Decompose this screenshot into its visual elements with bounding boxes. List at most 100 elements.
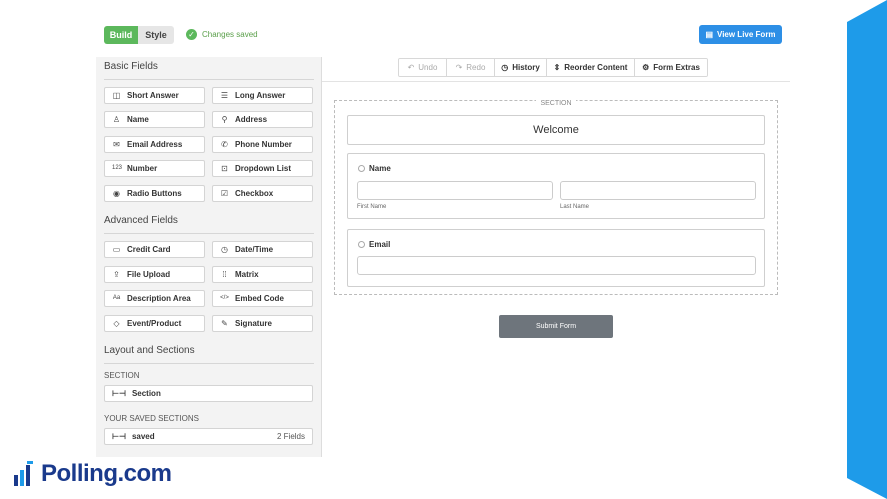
section-item-label: Section xyxy=(131,389,161,398)
save-status-text: Changes saved xyxy=(202,30,258,39)
divider xyxy=(104,79,314,80)
form-extras-button[interactable]: ⚙ Form Extras xyxy=(635,59,707,76)
view-live-form-label: View Live Form xyxy=(717,30,776,39)
toolbar-buttons: ↶ Undo ↷ Redo ◷ History ⇕ Reorder Content ⚙ F… xyxy=(398,58,708,77)
mode-switch: Build Style xyxy=(104,26,174,44)
redo-button[interactable]: ↷ Redo xyxy=(447,59,495,76)
field-checkbox[interactable]: ☑ Checkbox xyxy=(212,185,313,202)
history-icon: ◷ xyxy=(501,63,509,72)
field-number[interactable]: 123 Number xyxy=(104,160,205,177)
reorder-content-button[interactable]: ⇕ Reorder Content xyxy=(547,59,635,76)
field-signature[interactable]: ✎ Signature xyxy=(212,315,313,332)
field-dropdown-list[interactable]: ⊡ Dropdown List xyxy=(212,160,313,177)
field-radio-buttons[interactable]: ◉ Radio Buttons xyxy=(104,185,205,202)
field-label: Address xyxy=(235,115,268,124)
form-icon: ▤ xyxy=(705,30,713,39)
undo-icon: ↶ xyxy=(407,63,415,72)
layout-sections-heading: Layout and Sections xyxy=(104,345,195,356)
short-answer-icon: ◫ xyxy=(112,91,121,100)
name-field-block[interactable]: Name First Name Last Name xyxy=(347,153,765,219)
form-builder-app: Build Style ✓ Changes saved ▤ View Live … xyxy=(96,17,790,457)
credit-card-icon: ▭ xyxy=(112,245,121,254)
field-description-area[interactable]: Aa Description Area xyxy=(104,290,205,307)
envelope-icon: ✉ xyxy=(113,140,120,149)
polling-logo: Polling.com xyxy=(13,460,172,488)
email-label-text: Email xyxy=(369,240,391,249)
undo-button[interactable]: ↶ Undo xyxy=(399,59,447,76)
history-label: History xyxy=(512,63,540,72)
logo-text: Polling.com xyxy=(41,460,172,487)
field-label: Signature xyxy=(235,319,272,328)
canvas-toolbar: ↶ Undo ↷ Redo ◷ History ⇕ Reorder Content ⚙ F… xyxy=(322,57,790,82)
style-tab[interactable]: Style xyxy=(138,26,174,44)
advanced-fields-heading: Advanced Fields xyxy=(104,215,178,226)
field-label: Matrix xyxy=(235,270,259,279)
submit-form-button[interactable]: Submit Form xyxy=(499,315,613,338)
field-label: Checkbox xyxy=(235,189,274,198)
field-date-time[interactable]: ◷ Date/Time xyxy=(212,241,313,258)
field-label: Date/Time xyxy=(235,245,274,254)
email-field-label: Email xyxy=(358,240,390,249)
field-file-upload[interactable]: ⇪ File Upload xyxy=(104,266,205,283)
reorder-icon: ⇕ xyxy=(553,63,561,72)
long-answer-icon: ☰ xyxy=(220,91,229,100)
radio-icon: ◉ xyxy=(113,189,120,198)
field-phone-number[interactable]: ✆ Phone Number xyxy=(212,136,313,153)
view-live-form-button[interactable]: ▤ View Live Form xyxy=(699,25,782,44)
save-status: ✓ Changes saved xyxy=(186,29,258,40)
divider xyxy=(104,363,314,364)
field-label: File Upload xyxy=(127,270,171,279)
first-name-input[interactable] xyxy=(357,181,553,200)
field-label: Phone Number xyxy=(235,140,292,149)
dropdown-icon: ⊡ xyxy=(221,164,228,173)
welcome-heading[interactable]: Welcome xyxy=(347,115,765,145)
field-label: Event/Product xyxy=(127,319,182,328)
number-icon: 123 xyxy=(112,165,123,171)
section-label: SECTION xyxy=(335,100,777,107)
build-tab[interactable]: Build xyxy=(104,26,138,44)
fields-sidebar: Basic Fields ◫ Short Answer ☰ Long Answer … xyxy=(96,57,322,457)
field-credit-card[interactable]: ▭ Credit Card xyxy=(104,241,205,258)
field-matrix[interactable]: ⁞⁞ Matrix xyxy=(212,266,313,283)
field-label: Long Answer xyxy=(235,91,286,100)
field-marker-icon xyxy=(358,241,365,248)
field-name[interactable]: ♙ Name xyxy=(104,111,205,128)
section-item[interactable]: ⊢⊣ Section xyxy=(104,385,313,402)
field-short-answer[interactable]: ◫ Short Answer xyxy=(104,87,205,104)
check-circle-icon: ✓ xyxy=(186,29,197,40)
decorative-blue-stripe xyxy=(847,0,887,499)
checkbox-icon: ☑ xyxy=(220,189,229,198)
code-icon: </> xyxy=(220,295,229,301)
field-marker-icon xyxy=(358,165,365,172)
saved-section-item[interactable]: ⊢⊣ saved 2 Fields xyxy=(104,428,313,445)
field-email-address[interactable]: ✉ Email Address xyxy=(104,136,205,153)
field-label: Short Answer xyxy=(127,91,179,100)
gear-icon: ⚙ xyxy=(642,63,650,72)
field-label: Dropdown List xyxy=(235,164,291,173)
field-label: Radio Buttons xyxy=(127,189,182,198)
field-embed-code[interactable]: </> Embed Code xyxy=(212,290,313,307)
email-input[interactable] xyxy=(357,256,756,275)
last-name-input[interactable] xyxy=(560,181,756,200)
field-address[interactable]: ⚲ Address xyxy=(212,111,313,128)
field-label: Description Area xyxy=(127,294,191,303)
form-extras-label: Form Extras xyxy=(653,63,700,72)
clock-icon: ◷ xyxy=(221,245,228,254)
saved-section-count: 2 Fields xyxy=(276,432,305,441)
upload-icon: ⇪ xyxy=(113,270,120,279)
bar-chart-icon xyxy=(14,461,33,486)
name-field-label: Name xyxy=(358,164,391,173)
redo-icon: ↷ xyxy=(455,63,463,72)
field-label: Email Address xyxy=(127,140,183,149)
form-section[interactable]: SECTION Welcome Name First Name Last Nam… xyxy=(334,100,778,295)
email-field-block[interactable]: Email xyxy=(347,229,765,287)
field-long-answer[interactable]: ☰ Long Answer xyxy=(212,87,313,104)
section-icon: ⊢⊣ xyxy=(112,389,126,398)
field-event-product[interactable]: ◇ Event/Product xyxy=(104,315,205,332)
person-icon: ♙ xyxy=(112,115,121,124)
history-button[interactable]: ◷ History xyxy=(495,59,547,76)
redo-label: Redo xyxy=(466,63,486,72)
field-label: Embed Code xyxy=(235,294,284,303)
first-name-caption: First Name xyxy=(357,204,387,210)
grid-icon: ⁞⁞ xyxy=(222,270,227,279)
